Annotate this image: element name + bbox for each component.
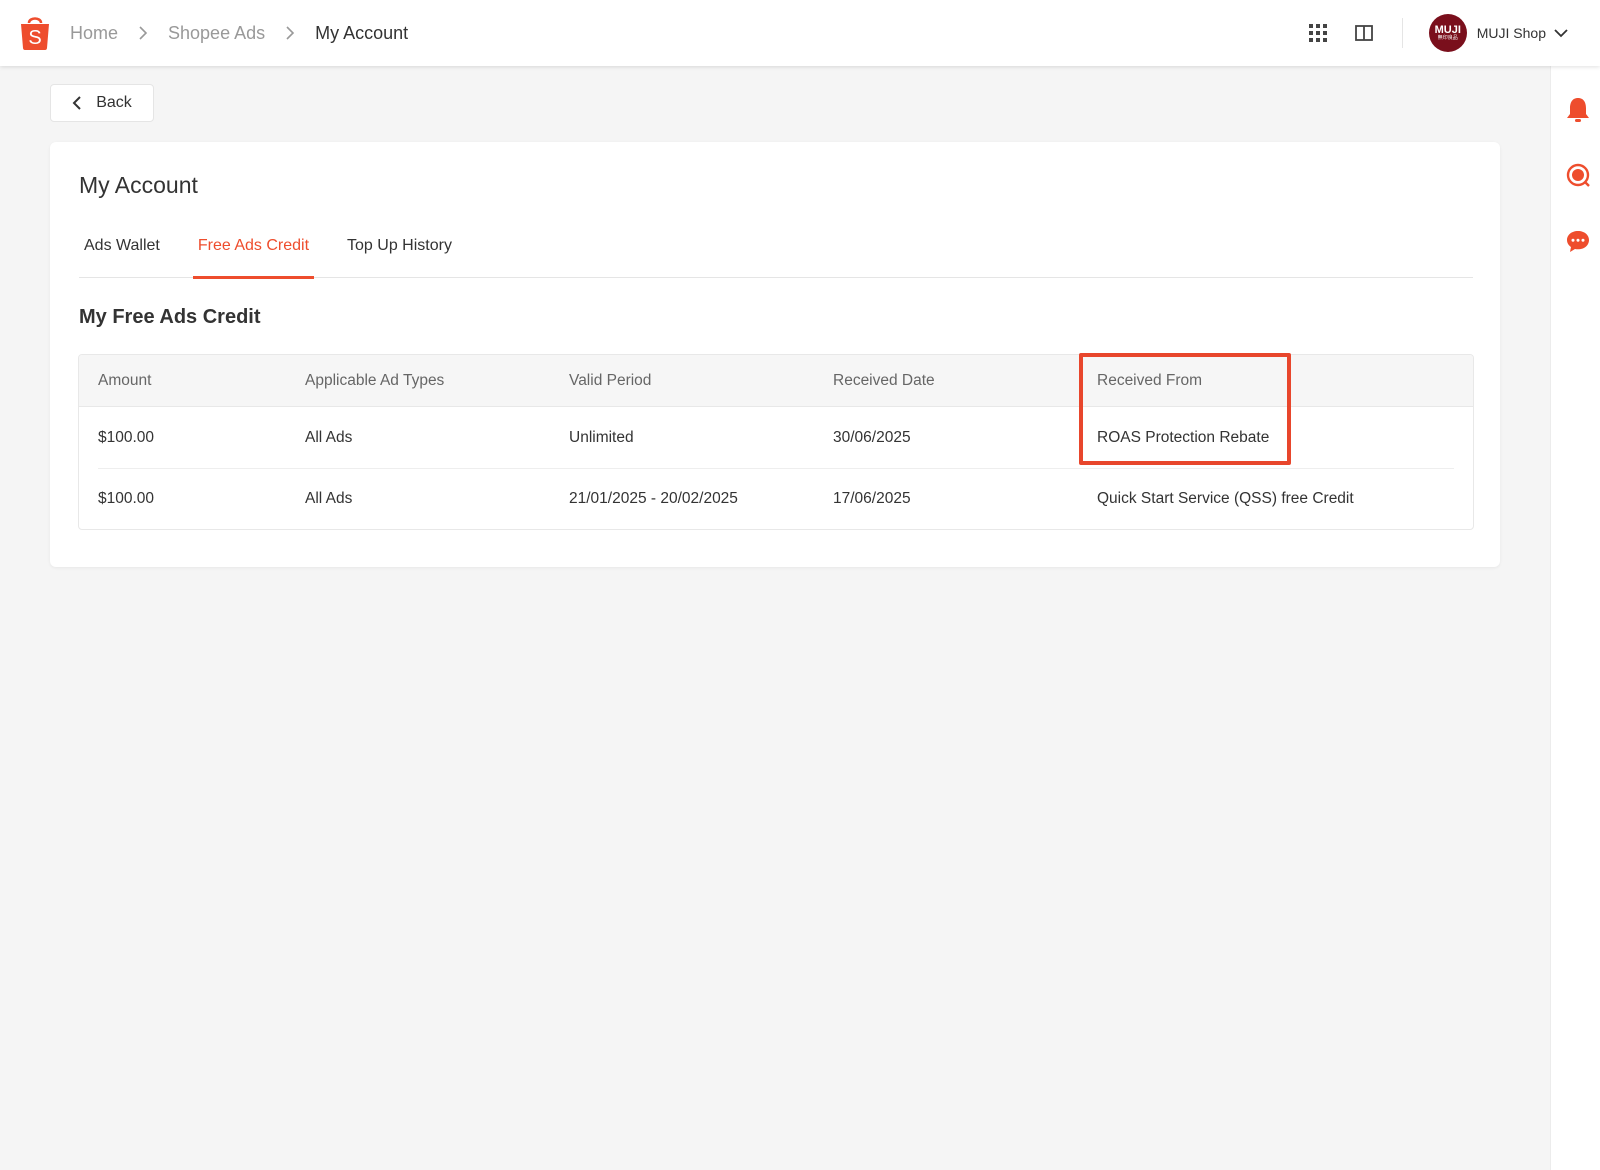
table-header: Amount Applicable Ad Types Valid Period … <box>79 355 1473 407</box>
cell-valid-period: 21/01/2025 - 20/02/2025 <box>569 490 738 507</box>
column-header-amount: Amount <box>98 372 152 389</box>
shop-name[interactable]: MUJI Shop <box>1477 25 1546 41</box>
page-title: My Account <box>79 172 198 198</box>
column-header-valid-period: Valid Period <box>569 372 652 389</box>
book-icon[interactable] <box>1350 19 1378 47</box>
cell-received-from: ROAS Protection Rebate <box>1097 429 1270 446</box>
tab-free-ads-credit[interactable]: Free Ads Credit <box>192 224 315 279</box>
shopee-logo-icon[interactable]: S <box>19 14 51 50</box>
chevron-right-icon <box>279 22 301 44</box>
avatar-text: MUJI <box>1434 24 1461 36</box>
top-right-actions: MUJI 無印良品 MUJI Shop <box>1304 0 1600 66</box>
avatar-subtext: 無印良品 <box>1437 35 1458 41</box>
svg-text:S: S <box>28 27 41 49</box>
account-card: My Account Ads Wallet Free Ads Credit To… <box>50 142 1500 567</box>
header-divider <box>1401 18 1403 48</box>
column-header-received-date: Received Date <box>833 372 935 389</box>
support-icon[interactable] <box>1565 162 1591 188</box>
table-row: $100.00 All Ads Unlimited 30/06/2025 ROA… <box>79 407 1473 468</box>
section-title: My Free Ads Credit <box>79 306 261 328</box>
back-label: Back <box>96 94 132 111</box>
top-bar: S Home Shopee Ads My Account MUJI 無印良品 M… <box>0 0 1600 66</box>
account-tabs: Ads Wallet Free Ads Credit Top Up Histor… <box>79 224 1473 279</box>
column-header-received-from: Received From <box>1097 372 1203 389</box>
tab-ads-wallet[interactable]: Ads Wallet <box>79 224 165 278</box>
cell-amount: $100.00 <box>98 490 155 507</box>
cell-received-from: Quick Start Service (QSS) free Credit <box>1097 490 1354 507</box>
cell-ad-types: All Ads <box>305 429 353 446</box>
bell-icon[interactable] <box>1565 96 1591 122</box>
chevron-down-icon[interactable] <box>1554 25 1570 41</box>
free-credit-table: Amount Applicable Ad Types Valid Period … <box>78 354 1474 530</box>
chevron-right-icon <box>132 22 154 44</box>
avatar[interactable]: MUJI 無印良品 <box>1428 14 1467 52</box>
right-rail <box>1550 66 1600 1170</box>
breadcrumb-current: My Account <box>315 22 409 43</box>
cell-amount: $100.00 <box>98 429 155 446</box>
column-header-ad-types: Applicable Ad Types <box>305 372 445 389</box>
breadcrumb: Home Shopee Ads My Account <box>70 0 408 66</box>
tab-top-up-history[interactable]: Top Up History <box>342 224 457 278</box>
cell-received-date: 30/06/2025 <box>833 429 911 446</box>
back-button[interactable]: Back <box>50 84 154 122</box>
table-row: $100.00 All Ads 21/01/2025 - 20/02/2025 … <box>79 468 1473 529</box>
apps-grid-icon[interactable] <box>1304 19 1332 47</box>
chat-icon[interactable] <box>1565 228 1591 254</box>
breadcrumb-shopee-ads[interactable]: Shopee Ads <box>168 23 265 44</box>
cell-ad-types: All Ads <box>305 490 353 507</box>
cell-valid-period: Unlimited <box>569 429 634 446</box>
cell-received-date: 17/06/2025 <box>833 490 911 507</box>
chevron-left-icon <box>72 96 81 110</box>
breadcrumb-home[interactable]: Home <box>70 23 118 44</box>
